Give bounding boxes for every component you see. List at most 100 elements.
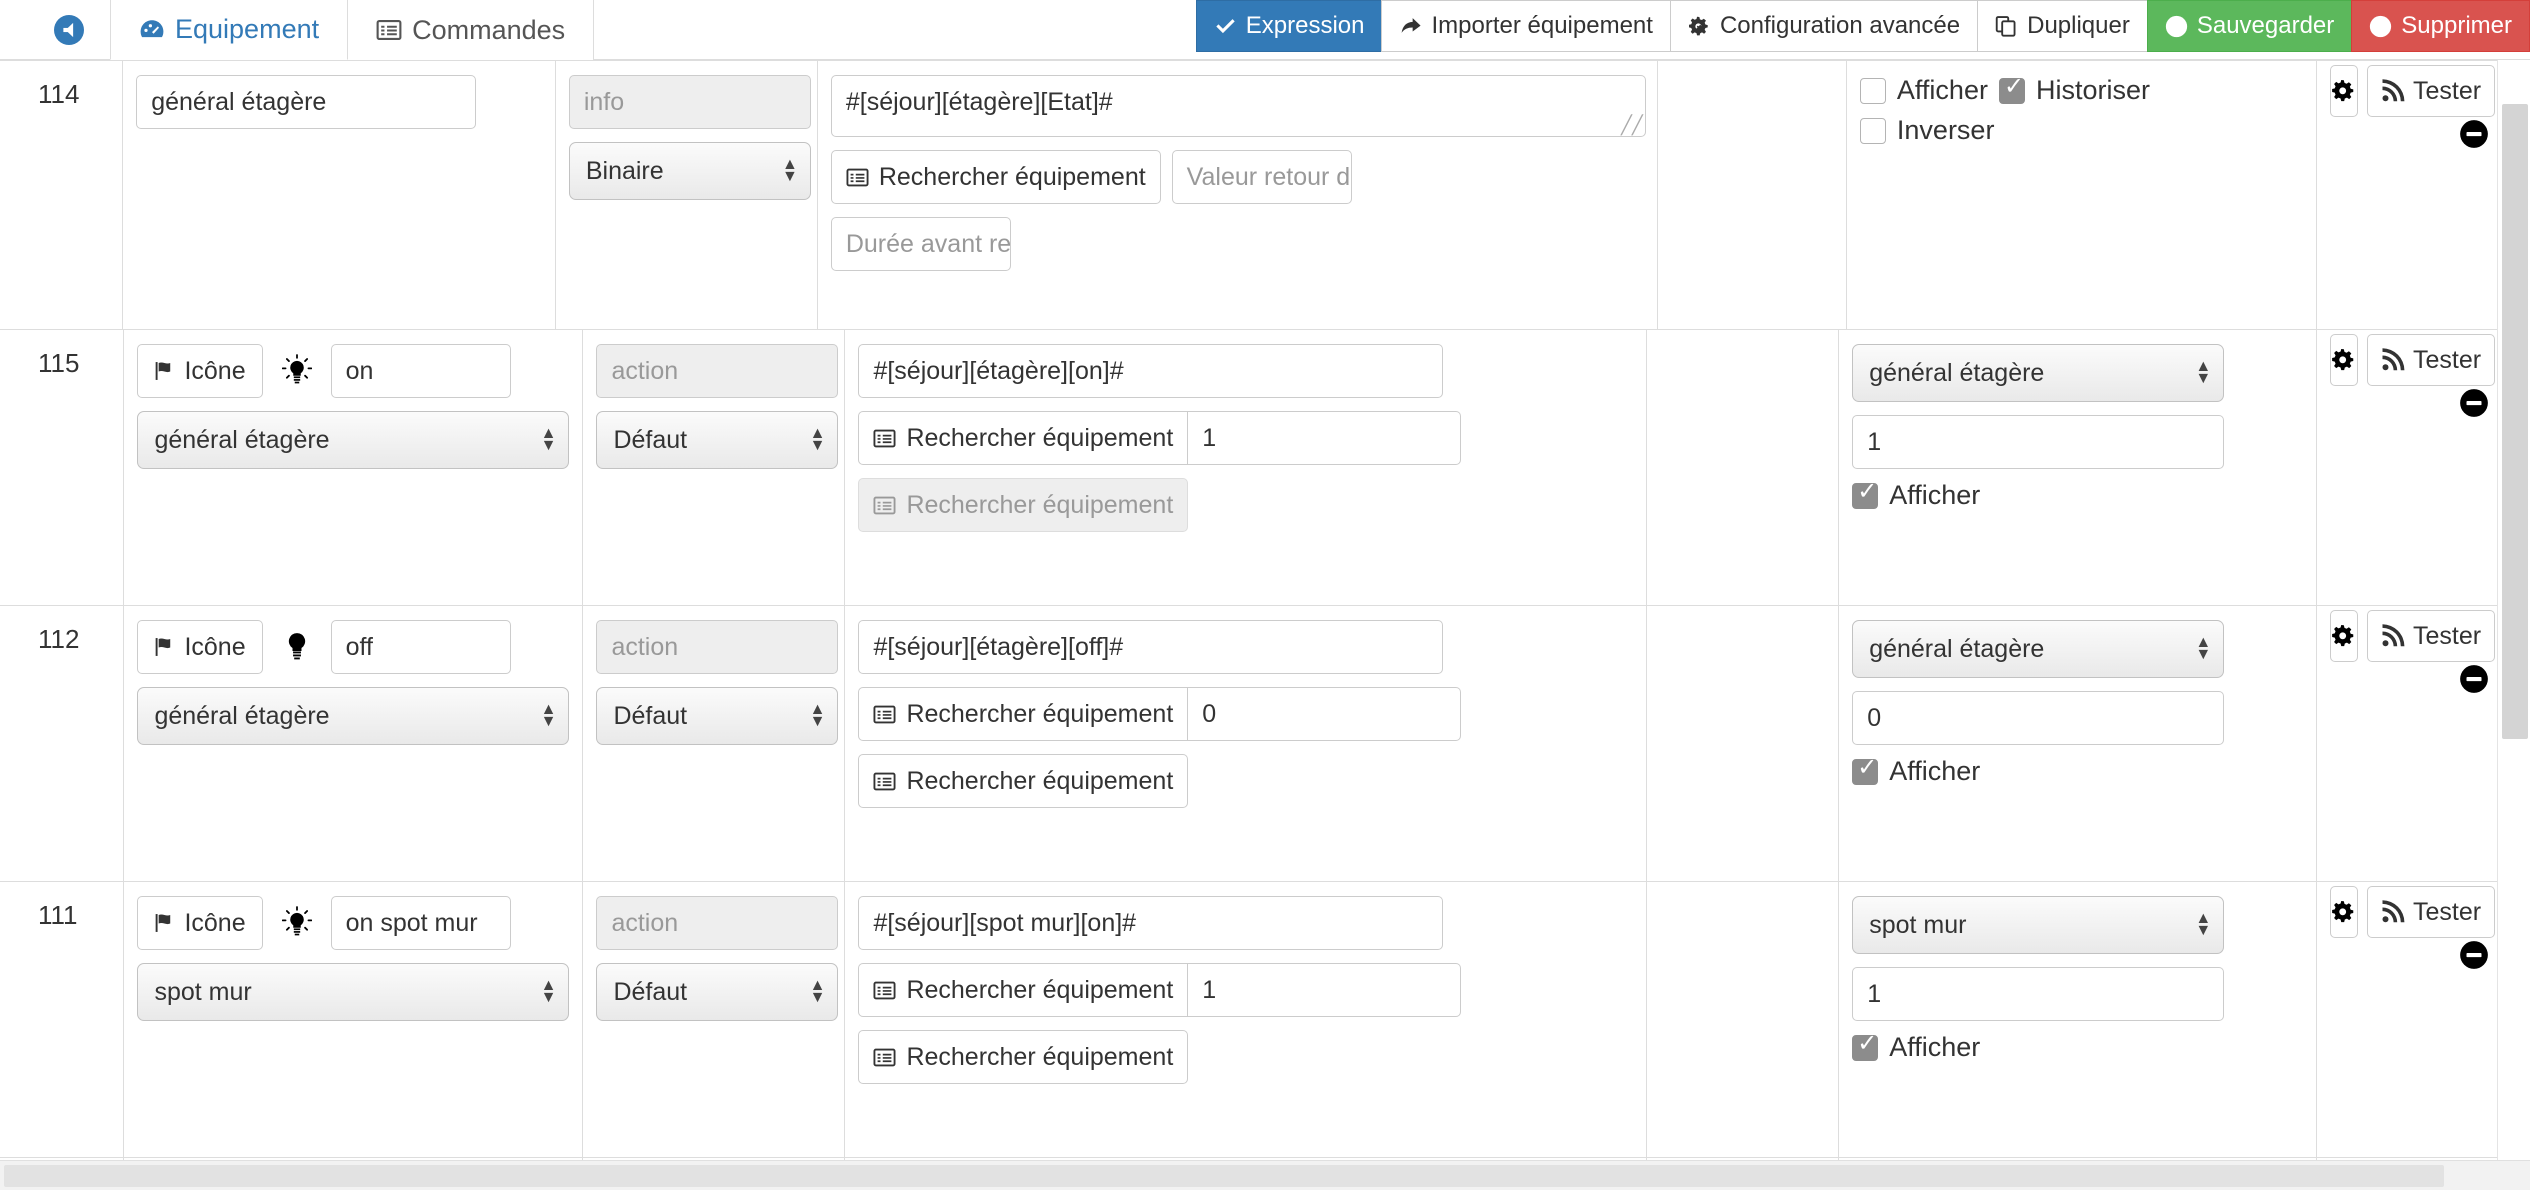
- command-name-input[interactable]: on: [330, 344, 511, 398]
- row-options-cell: général étagère ▲▼ 1 Afficher: [1839, 330, 2317, 605]
- import-equipment-button[interactable]: Importer équipement: [1381, 0, 1670, 52]
- search-equipment-button-secondary[interactable]: Rechercher équipement: [858, 1030, 1189, 1084]
- afficher-label: Afficher: [1896, 75, 1988, 105]
- command-name-input[interactable]: général étagère: [136, 75, 477, 129]
- copy-icon: [1995, 15, 2018, 38]
- parent-select-value: général étagère: [154, 701, 330, 730]
- flag-icon: [154, 360, 176, 382]
- return-duration-input[interactable]: Durée avant retour d'état: [830, 217, 1011, 271]
- afficher-checkbox[interactable]: [1852, 755, 1879, 785]
- option-select[interactable]: général étagère ▲ ▼: [1852, 344, 2225, 402]
- type-select-value: Défaut: [613, 425, 688, 454]
- chevron-updown-icon: ▲▼: [2195, 357, 2212, 387]
- horizontal-scrollbar-thumb[interactable]: [4, 1165, 2444, 1187]
- table-row: 111 Icône on spot mur spot mur ▲ ▼ action…: [0, 882, 2497, 1158]
- save-button[interactable]: Sauvegarder: [2146, 0, 2352, 52]
- icon-picker-button[interactable]: Icône: [137, 344, 263, 398]
- icon-picker-label: Icône: [184, 356, 246, 385]
- test-button-label: Tester: [2413, 897, 2482, 926]
- historiser-checkbox[interactable]: [1998, 74, 2025, 104]
- command-name-input[interactable]: on spot mur: [330, 896, 511, 950]
- configure-button[interactable]: [2330, 886, 2358, 938]
- chevron-updown-icon: ▲▼: [809, 700, 826, 730]
- search-equipment-button[interactable]: Rechercher équipement: [858, 687, 1189, 741]
- test-button[interactable]: Tester: [2367, 886, 2496, 938]
- parent-select[interactable]: général étagère ▲ ▼: [137, 687, 570, 745]
- top-bar: Equipement Commandes Expression Importer…: [0, 0, 2530, 60]
- configure-button[interactable]: [2330, 610, 2358, 662]
- chevron-updown-icon: ▲▼: [2195, 633, 2212, 663]
- row-options-cell: général étagère ▲▼ 0 Afficher: [1839, 606, 2317, 881]
- parent-select-value: général étagère: [154, 425, 330, 454]
- afficher-checkbox[interactable]: [1852, 479, 1879, 509]
- cogs-icon: [2331, 899, 2357, 925]
- test-button-label: Tester: [2413, 621, 2482, 650]
- expression-button[interactable]: Expression: [1195, 0, 1382, 52]
- remove-row-button[interactable]: [2459, 119, 2489, 149]
- row-unit-cell: [1658, 61, 1847, 329]
- option-select[interactable]: général étagère ▲ ▼: [1852, 620, 2225, 678]
- expression-input[interactable]: #[séjour][étagère][on]#: [858, 344, 1444, 398]
- type-select[interactable]: Défaut ▲ ▼: [596, 687, 839, 745]
- search-value-input[interactable]: 1: [1188, 411, 1462, 465]
- remove-row-button[interactable]: [2459, 664, 2489, 694]
- type-select[interactable]: Défaut ▲ ▼: [596, 411, 839, 469]
- type-select[interactable]: Défaut ▲ ▼: [596, 963, 839, 1021]
- expression-input[interactable]: #[séjour][étagère][off]#: [858, 620, 1444, 674]
- search-equipment-button-secondary[interactable]: Rechercher équipement: [858, 754, 1189, 808]
- return-value-input[interactable]: Valeur retour d'état: [1171, 150, 1352, 204]
- search-value-input[interactable]: 1: [1188, 963, 1462, 1017]
- search-equipment-button[interactable]: Rechercher équipement: [830, 150, 1161, 204]
- list-alt-icon: [846, 166, 869, 189]
- icon-picker-button[interactable]: Icône: [137, 620, 263, 674]
- list-alt-icon: [873, 703, 896, 726]
- row-name-cell: Icône on spot mur spot mur ▲ ▼: [124, 882, 584, 1157]
- command-name-input[interactable]: off: [330, 620, 511, 674]
- row-type-cell: action Défaut ▲▼: [583, 882, 846, 1157]
- expression-input[interactable]: #[séjour][spot mur][on]#: [858, 896, 1444, 950]
- chevron-updown-icon: ▲▼: [540, 976, 557, 1006]
- tab-commandes[interactable]: Commandes: [348, 0, 595, 60]
- list-alt-icon: [873, 494, 896, 517]
- type-select[interactable]: Binaire ▲ ▼: [568, 142, 811, 200]
- vertical-scrollbar-thumb[interactable]: [2502, 104, 2528, 739]
- afficher-checkbox[interactable]: [1859, 77, 1886, 104]
- save-label: Sauvegarder: [2196, 12, 2335, 39]
- search-equipment-button[interactable]: Rechercher équipement: [858, 963, 1189, 1017]
- row-id: 115: [0, 330, 125, 605]
- remove-row-button[interactable]: [2459, 940, 2489, 970]
- configure-button[interactable]: [2330, 334, 2358, 386]
- vertical-scrollbar[interactable]: [2497, 60, 2530, 1190]
- remove-row-button[interactable]: [2459, 388, 2489, 418]
- parent-select[interactable]: spot mur ▲ ▼: [137, 963, 570, 1021]
- search-equipment-button-secondary: Rechercher équipement: [858, 478, 1189, 532]
- test-button[interactable]: Tester: [2367, 65, 2496, 117]
- resize-grip-icon[interactable]: ╲╲: [1621, 115, 1643, 136]
- option-select[interactable]: spot mur ▲▼: [1852, 896, 2225, 954]
- option-select-value: spot mur: [1869, 910, 1967, 939]
- rss-icon: [2381, 900, 2405, 924]
- advanced-config-button[interactable]: Configuration avancée: [1669, 0, 1978, 52]
- delete-button[interactable]: Supprimer: [2351, 0, 2530, 52]
- row-actions-cell: Tester: [2317, 61, 2497, 329]
- icon-picker-button[interactable]: Icône: [137, 896, 263, 950]
- option-value-input[interactable]: 1: [1852, 967, 2225, 1021]
- row-options-cell: spot mur ▲▼ 1 Afficher: [1839, 882, 2317, 1157]
- horizontal-scrollbar[interactable]: [0, 1160, 2530, 1190]
- back-button[interactable]: [53, 14, 85, 46]
- configure-button[interactable]: [2330, 65, 2359, 117]
- tab-equipement[interactable]: Equipement: [110, 0, 349, 60]
- search-equipment-secondary-label: Rechercher équipement: [906, 490, 1174, 519]
- expression-textarea[interactable]: #[séjour][étagère][Etat]# ╲╲: [830, 75, 1646, 137]
- test-button[interactable]: Tester: [2367, 334, 2496, 386]
- duplicate-button[interactable]: Dupliquer: [1977, 0, 2147, 52]
- afficher-checkbox[interactable]: [1852, 1031, 1879, 1061]
- row-type-cell: action Défaut ▲▼: [583, 606, 846, 881]
- inverser-checkbox[interactable]: [1859, 117, 1886, 144]
- test-button[interactable]: Tester: [2367, 610, 2496, 662]
- search-equipment-button[interactable]: Rechercher équipement: [858, 411, 1189, 465]
- search-value-input[interactable]: 0: [1188, 687, 1462, 741]
- option-value-input[interactable]: 0: [1852, 691, 2225, 745]
- parent-select[interactable]: général étagère ▲ ▼: [137, 411, 570, 469]
- option-value-input[interactable]: 1: [1852, 415, 2225, 469]
